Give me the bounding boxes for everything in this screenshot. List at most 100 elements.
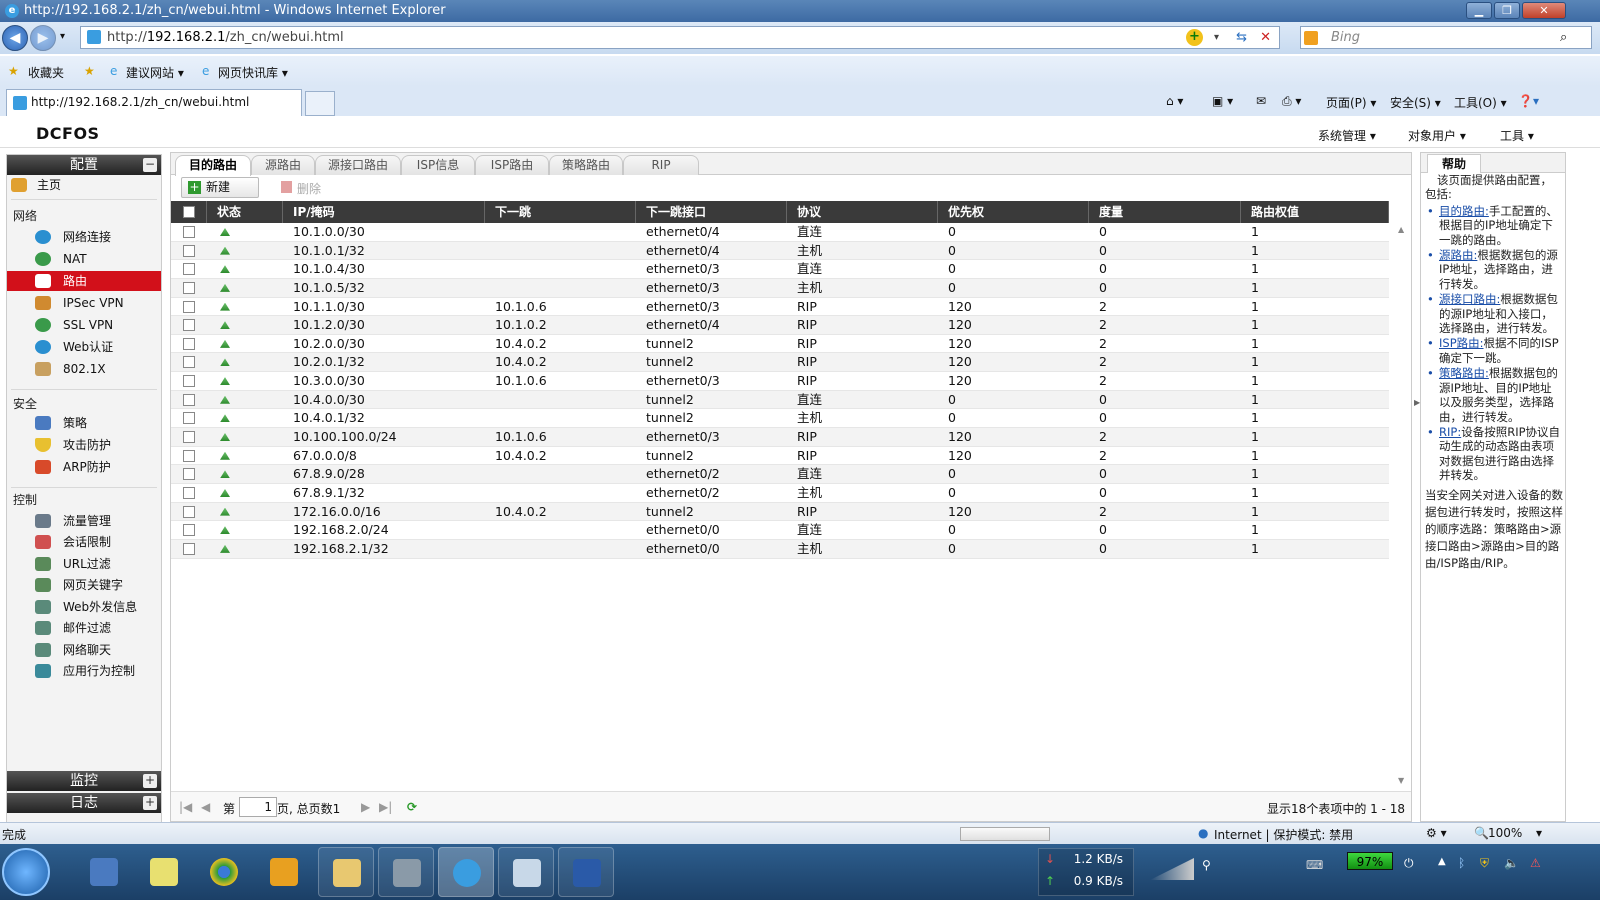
home-icon[interactable]: ⌂ ▾ [1166,94,1183,108]
table-row[interactable]: 10.1.1.0/30 10.1.0.6 ethernet0/3 RIP 120 2 1 [171,298,1389,317]
row-checkbox[interactable] [183,468,195,481]
security-zone-text[interactable]: Internet | 保护模式: 禁用 [1214,826,1353,843]
sidebar-item-routing[interactable]: 路由 [7,271,161,291]
table-row[interactable]: 10.1.0.4/30 ethernet0/3 直连 0 0 1 [171,260,1389,279]
search-input[interactable]: Bing [1300,26,1592,49]
taskbar-app-outlook[interactable] [256,847,312,897]
taskbar-app-paper[interactable] [498,847,554,897]
col-next-hop-interface[interactable]: 下一跳接口 [636,201,787,223]
col-next-hop[interactable]: 下一跳 [485,201,636,223]
first-page-icon[interactable]: |◀ [179,800,192,814]
start-button[interactable] [2,848,50,896]
taskbar-app-notes[interactable] [136,847,192,897]
zoom-dropdown-icon[interactable]: ▾ [1536,826,1542,840]
search-icon[interactable]: ⌕ [1560,30,1567,45]
help-link[interactable]: ISP路由: [1439,336,1484,350]
battery-indicator[interactable]: 97% [1347,852,1393,870]
sidebar-item-arp-defense[interactable]: ARP防护 [7,457,161,477]
table-row[interactable]: 10.100.100.0/24 10.1.0.6 ethernet0/3 RIP 120… [171,428,1389,447]
security-shield-icon[interactable]: ⛨ [1480,856,1489,871]
row-checkbox[interactable] [183,281,195,294]
sidebar-item-ssl-vpn[interactable]: SSL VPN [7,315,161,335]
tab-policy-route[interactable]: 策略路由 [549,155,623,175]
row-checkbox[interactable] [183,412,195,425]
sidebar-item-web-outbound[interactable]: Web外发信息 [7,597,161,617]
print-icon[interactable]: ⎙ ▾ [1282,94,1301,109]
network-warning-icon[interactable]: ⚠ [1530,856,1541,870]
refresh-icon[interactable]: ⇆ [1236,27,1247,48]
wireless-icon[interactable]: ⚲ [1202,858,1211,872]
mail-icon[interactable]: ✉ [1256,94,1266,108]
sidebar-item-policy[interactable]: 策略 [7,413,161,433]
delete-button[interactable]: 删除 [281,180,321,197]
col-priority[interactable]: 优先权 [938,201,1089,223]
sidebar-item-url-filter[interactable]: URL过滤 [7,554,161,574]
row-checkbox[interactable] [183,300,195,313]
sidebar-item-web-auth[interactable]: Web认证 [7,337,161,357]
zoom-level[interactable]: 100% [1488,826,1522,840]
system-admin-menu[interactable]: 系统管理 ▾ [1318,127,1376,144]
row-checkbox[interactable] [183,449,195,462]
sidebar-item-traffic[interactable]: 流量管理 [7,511,161,531]
sidebar-item-im-chat[interactable]: 网络聊天 [7,640,161,660]
back-button[interactable]: ◀ [2,25,28,51]
row-checkbox[interactable] [183,226,195,238]
help-link[interactable]: 策略路由: [1439,366,1489,380]
favorites-button[interactable]: 收藏夹 [28,64,64,81]
table-row[interactable]: 10.1.2.0/30 10.1.0.2 ethernet0/4 RIP 120 2 1 [171,316,1389,335]
forward-button[interactable]: ▶ [30,25,56,51]
help-link[interactable]: 源接口路由: [1439,292,1500,306]
scroll-down-icon[interactable]: ▼ [1398,776,1404,785]
scroll-up-icon[interactable]: ▲ [1398,225,1404,234]
row-checkbox[interactable] [183,524,195,537]
tab-source-route[interactable]: 源路由 [251,155,315,175]
table-row[interactable]: 10.1.0.1/32 ethernet0/4 主机 0 0 1 [171,241,1389,261]
tab-rip[interactable]: RIP [623,155,699,175]
row-checkbox[interactable] [183,263,195,276]
zoom-settings-icon[interactable]: ⚙ ▾ [1426,826,1447,840]
col-protocol[interactable]: 协议 [787,201,938,223]
sidebar-item-app-control[interactable]: 应用行为控制 [7,661,161,681]
taskbar-app-word[interactable] [558,847,614,897]
row-checkbox[interactable] [183,393,195,406]
table-row[interactable]: 172.16.0.0/16 10.4.0.2 tunnel2 RIP 120 2 1 [171,502,1389,522]
tab-source-interface-route[interactable]: 源接口路由 [315,155,401,175]
signal-strength-icon[interactable] [1150,858,1194,880]
col-metric[interactable]: 度量 [1089,201,1241,223]
help-icon[interactable]: ❓▾ [1518,94,1539,108]
taskbar-app-ie[interactable] [438,847,494,897]
address-dropdown-icon[interactable]: ▾ [1214,27,1219,48]
row-checkbox[interactable] [183,319,195,332]
expand-icon[interactable]: + [143,774,157,788]
row-checkbox[interactable] [183,244,195,257]
col-route-weight[interactable]: 路由权值 [1241,201,1389,223]
prev-page-icon[interactable]: ◀ [201,800,210,814]
sidebar-item-web-keyword[interactable]: 网页关键字 [7,575,161,595]
table-row[interactable]: 67.0.0.0/8 10.4.0.2 tunnel2 RIP 120 2 1 [171,447,1389,466]
suggested-sites-link[interactable]: 建议网站 ▾ [126,64,184,81]
sidebar-item-attack-defense[interactable]: 攻击防护 [7,435,161,455]
table-scrollbar[interactable]: ▲ ▼ [1397,225,1409,785]
keyboard-icon[interactable]: ⌨ [1306,858,1323,872]
sidebar-item-mail-filter[interactable]: 邮件过滤 [7,618,161,638]
row-checkbox[interactable] [183,431,195,444]
row-checkbox[interactable] [183,356,195,369]
table-row[interactable]: 10.2.0.0/30 10.4.0.2 tunnel2 RIP 120 2 1 [171,335,1389,354]
next-page-icon[interactable]: ▶ [361,800,370,814]
taskbar-app-tool[interactable] [378,847,434,897]
sidebar-item-ipsec-vpn[interactable]: IPSec VPN [7,293,161,313]
taskbar-app-computer[interactable] [76,847,132,897]
minimize-button[interactable]: ▁ [1466,2,1492,19]
table-row[interactable]: 192.168.2.1/32 ethernet0/0 主机 0 0 1 [171,539,1389,559]
compat-view-icon[interactable]: + [1186,29,1203,46]
collapse-icon[interactable]: − [143,158,157,172]
bluetooth-icon[interactable]: ᛒ [1458,856,1465,870]
help-collapse-icon[interactable]: ▶ [1414,398,1420,407]
monitor-header[interactable]: 监控 + [7,771,161,791]
maximize-button[interactable]: ❐ [1494,2,1520,19]
web-slice-gallery-link[interactable]: 网页快讯库 ▾ [218,64,288,81]
last-page-icon[interactable]: ▶| [379,800,392,814]
col-status[interactable]: 状态 [207,201,283,223]
row-checkbox[interactable] [183,542,195,555]
page-menu[interactable]: 页面(P) ▾ [1326,94,1376,111]
